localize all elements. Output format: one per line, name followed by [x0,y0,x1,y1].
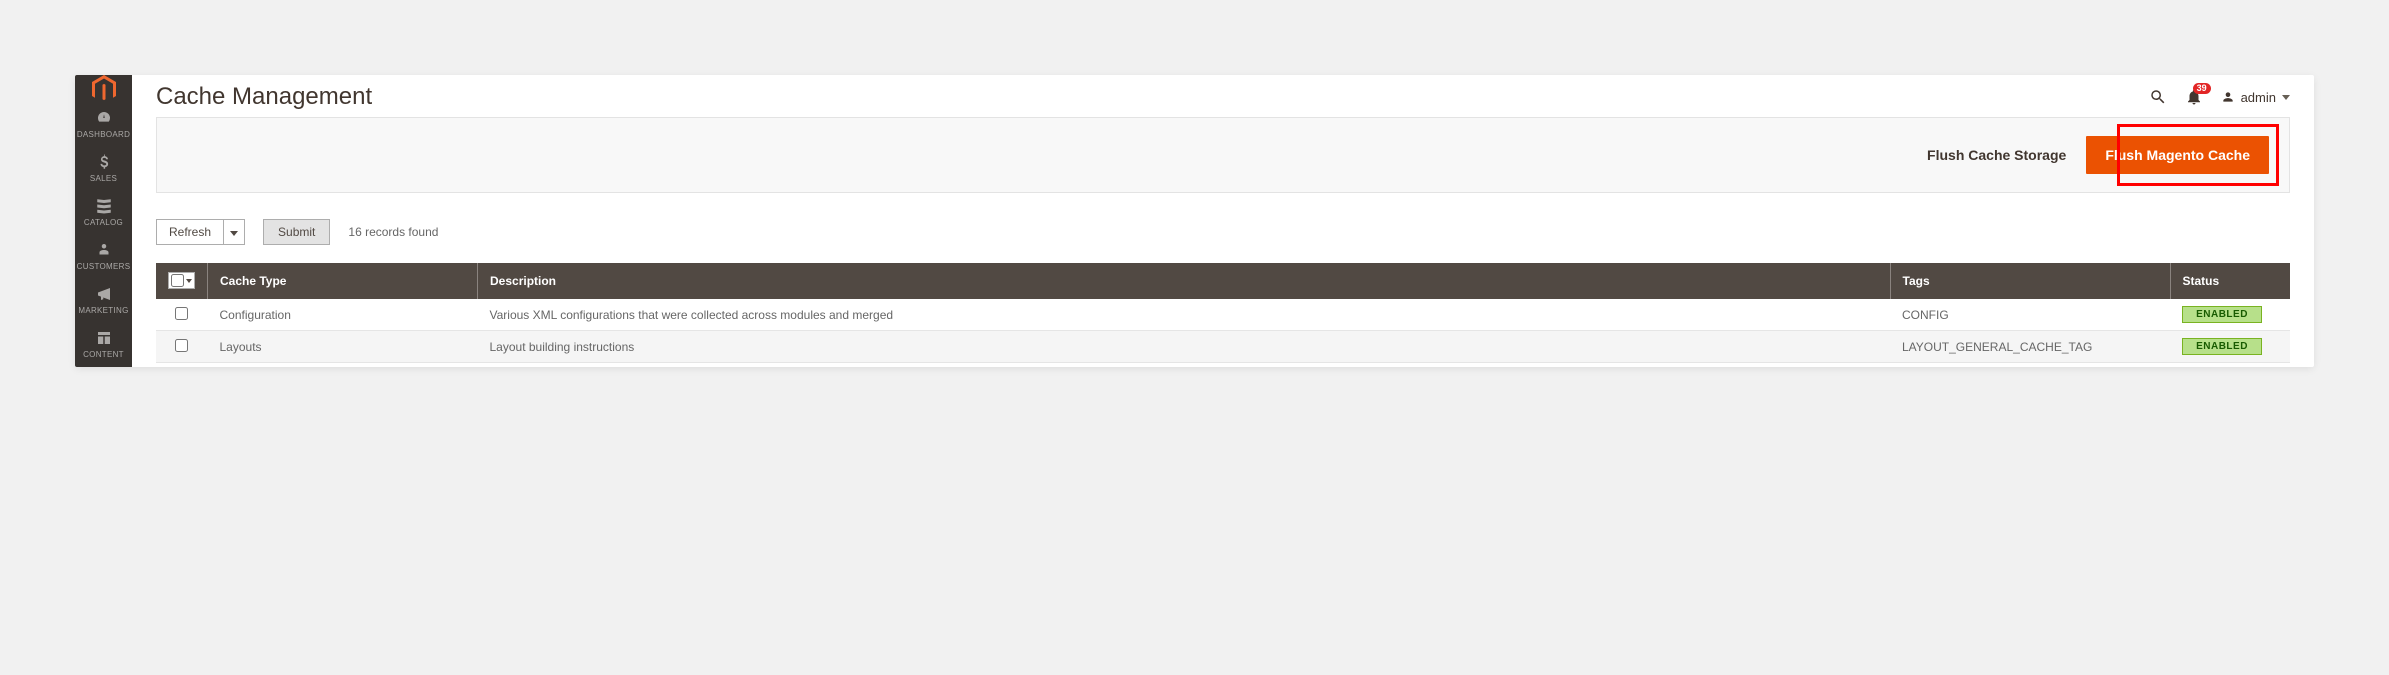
cell-tags: LAYOUT_GENERAL_CACHE_TAG [1890,331,2170,363]
column-header-tags[interactable]: Tags [1890,263,2170,299]
sidebar-item-catalog[interactable]: CATALOG [75,191,132,235]
page-title: Cache Management [156,83,2149,111]
sidebar-item-dashboard[interactable]: DASHBOARD [75,103,132,147]
page-header: Cache Management 39 admin [132,75,2314,117]
sidebar-item-label: DASHBOARD [77,130,130,139]
main-content: Cache Management 39 admin Flush Cache St… [132,75,2314,367]
column-header-status[interactable]: Status [2170,263,2290,299]
cell-description: Layout building instructions [478,331,1891,363]
refresh-dropdown-toggle[interactable] [224,219,245,245]
select-all-checkbox[interactable] [168,272,195,289]
cell-cache-type: Configuration [208,299,478,331]
row-checkbox[interactable] [175,307,188,320]
status-badge: ENABLED [2182,306,2262,323]
submit-button[interactable]: Submit [263,219,330,245]
cell-description: Page blocks HTML [478,363,1891,368]
chevron-down-icon [186,279,192,283]
sidebar-item-label: CONTENT [83,350,124,359]
cell-cache-type: Blocks HTML output [208,363,478,368]
status-badge: ENABLED [2182,338,2262,355]
cell-cache-type: Layouts [208,331,478,363]
user-icon [2221,90,2235,104]
sidebar-item-sales[interactable]: SALES [75,147,132,191]
cell-description: Various XML configurations that were col… [478,299,1891,331]
cache-table: Cache Type Description Tags Status Confi… [156,263,2290,367]
page-actions-bar: Flush Cache Storage Flush Magento Cache [156,117,2290,193]
search-icon[interactable] [2149,88,2167,106]
table-row: Layouts Layout building instructions LAY… [156,331,2290,363]
sidebar-item-marketing[interactable]: MARKETING [75,279,132,323]
notification-icon[interactable]: 39 [2185,88,2203,106]
row-checkbox[interactable] [175,339,188,352]
column-header-cache-type[interactable]: Cache Type [208,263,478,299]
sidebar-item-customers[interactable]: CUSTOMERS [75,235,132,279]
sidebar-item-content[interactable]: CONTENT [75,323,132,367]
table-row: Blocks HTML output Page blocks HTML BLOC… [156,363,2290,368]
chevron-down-icon [2282,95,2290,100]
column-header-select [156,263,208,299]
notification-badge: 39 [2193,83,2211,94]
admin-account-menu[interactable]: admin [2221,90,2290,105]
table-row: Configuration Various XML configurations… [156,299,2290,331]
sidebar-item-label: CUSTOMERS [77,262,131,271]
sidebar-item-label: CATALOG [84,218,123,227]
sidebar-item-label: SALES [90,174,117,183]
refresh-button[interactable]: Refresh [156,219,224,245]
flush-magento-cache-button[interactable]: Flush Magento Cache [2086,136,2269,174]
magento-logo[interactable] [75,75,132,103]
records-count: 16 records found [348,225,438,239]
flush-cache-storage-button[interactable]: Flush Cache Storage [1921,139,2072,171]
cell-tags: BLOCK_HTML [1890,363,2170,368]
grid-actions-row: Refresh Submit 16 records found [156,219,2290,245]
cell-tags: CONFIG [1890,299,2170,331]
sidebar: DASHBOARD SALES CATALOG CUSTOMERS MARKET… [75,75,132,367]
column-header-description[interactable]: Description [478,263,1891,299]
sidebar-item-label: MARKETING [78,306,128,315]
admin-label: admin [2241,90,2276,105]
